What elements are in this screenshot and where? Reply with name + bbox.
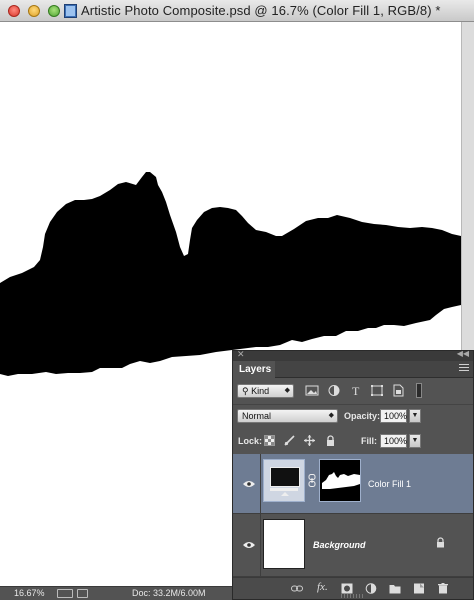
lock-position-icon[interactable]	[304, 435, 315, 446]
mask-link-icon[interactable]	[308, 474, 316, 487]
add-mask-icon[interactable]	[341, 583, 353, 594]
lock-image-pixels-icon[interactable]	[284, 435, 295, 446]
shape-filter-icon[interactable]	[370, 384, 384, 397]
lock-row: Lock: Fill: 100% ▼	[233, 428, 473, 455]
lock-icon	[437, 537, 444, 548]
adjustment-layer-icon[interactable]	[365, 583, 377, 594]
panel-resize-grip[interactable]	[341, 594, 365, 598]
panel-header-bar: ✕ ◀◀	[233, 349, 473, 361]
type-filter-icon[interactable]: T	[349, 384, 363, 397]
lock-all-icon[interactable]	[325, 435, 336, 446]
opacity-slider-button[interactable]: ▼	[409, 409, 421, 423]
filter-kind-label: Kind	[251, 386, 270, 396]
window-title: Artistic Photo Composite.psd @ 16.7% (Co…	[81, 3, 441, 18]
blend-mode-value: Normal	[242, 411, 272, 421]
layer-name[interactable]: Background	[313, 540, 366, 550]
layer-filter-row: ⚲ Kind ◆ T	[233, 378, 473, 405]
lock-label: Lock:	[238, 436, 263, 446]
doc-size[interactable]: Doc: 33.2M/6.00M	[132, 588, 206, 598]
close-panel-icon[interactable]: ✕	[237, 349, 245, 360]
fill-slider-button[interactable]: ▼	[409, 434, 421, 448]
svg-text:T: T	[352, 384, 360, 397]
psd-document-icon	[64, 4, 77, 18]
zoom-window-button[interactable]	[48, 5, 60, 17]
fill-layer-thumbnail[interactable]	[263, 459, 305, 502]
background-thumbnail[interactable]	[263, 519, 305, 569]
lock-transparent-pixels-icon[interactable]	[264, 435, 275, 446]
new-group-icon[interactable]	[389, 583, 401, 594]
proof-icon	[57, 589, 73, 598]
new-layer-icon[interactable]	[413, 583, 425, 594]
layer-row-color-fill-1[interactable]: Color Fill 1	[233, 454, 473, 514]
delete-layer-icon[interactable]	[437, 583, 449, 594]
title-bar: Artistic Photo Composite.psd @ 16.7% (Co…	[0, 0, 474, 22]
fill-label: Fill:	[361, 436, 377, 446]
close-window-button[interactable]	[8, 5, 20, 17]
smart-object-filter-icon[interactable]	[391, 384, 405, 397]
layer-row-background[interactable]: Background	[233, 514, 473, 577]
adjustment-filter-icon[interactable]	[327, 384, 341, 397]
visibility-eye-icon[interactable]	[243, 541, 255, 549]
share-icon[interactable]	[77, 589, 88, 598]
search-icon: ⚲	[242, 386, 249, 396]
fx-icon[interactable]: fx.	[317, 581, 328, 593]
panel-menu-icon[interactable]	[459, 364, 469, 373]
collapse-panel-icon[interactable]: ◀◀	[457, 349, 469, 358]
opacity-label: Opacity:	[344, 411, 381, 421]
visibility-eye-icon[interactable]	[243, 480, 255, 488]
layers-panel: ✕ ◀◀ Layers ⚲ Kind ◆ T Normal ◆ Opacity:…	[232, 349, 474, 600]
link-layers-icon[interactable]	[291, 583, 303, 594]
layers-bottom-bar: fx.	[233, 577, 473, 599]
image-filter-icon[interactable]	[305, 384, 319, 397]
layer-name[interactable]: Color Fill 1	[368, 479, 411, 489]
tab-layers[interactable]: Layers	[233, 361, 275, 378]
opacity-field[interactable]: 100%	[380, 409, 407, 423]
zoom-level[interactable]: 16.67%	[14, 588, 45, 598]
minimize-window-button[interactable]	[28, 5, 40, 17]
panel-tab-row: Layers	[233, 361, 473, 378]
fill-field[interactable]: 100%	[380, 434, 407, 448]
layer-mask-thumbnail[interactable]	[319, 459, 361, 502]
blend-mode-dropdown[interactable]: Normal ◆	[237, 409, 338, 423]
filter-kind-dropdown[interactable]: ⚲ Kind ◆	[237, 384, 294, 398]
blend-row: Normal ◆ Opacity: 100% ▼	[233, 404, 473, 428]
filter-toggle-switch[interactable]	[416, 383, 422, 398]
